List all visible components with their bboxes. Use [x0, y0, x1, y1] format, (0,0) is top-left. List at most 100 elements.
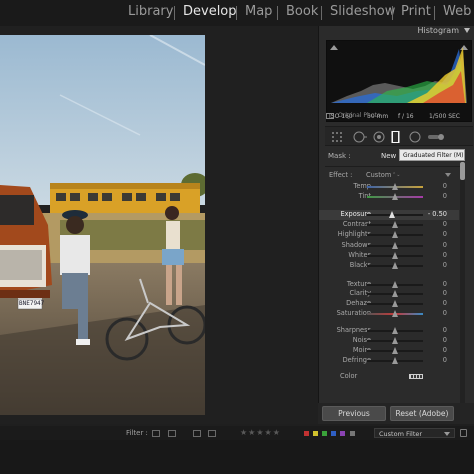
slider-thumb[interactable]: [392, 252, 398, 259]
slider-value[interactable]: 0: [443, 326, 447, 334]
slider-row-defringe[interactable]: Defringe 0: [319, 356, 459, 366]
adjustment-brush-icon[interactable]: [427, 131, 445, 143]
effect-preset-row[interactable]: Effect : Custom ⌃⌄: [319, 171, 459, 181]
slider-value[interactable]: 0: [443, 336, 447, 344]
module-separator: [434, 6, 435, 20]
slider-thumb[interactable]: [392, 262, 398, 269]
module-separator: [174, 6, 175, 20]
slider-value[interactable]: 0: [443, 299, 447, 307]
slider-row-sharpness[interactable]: Sharpness 0: [319, 326, 459, 336]
red-label-filter[interactable]: [304, 431, 309, 436]
slider-thumb[interactable]: [392, 310, 398, 317]
graduated-filter-icon[interactable]: [391, 131, 401, 143]
histogram-title: Histogram: [417, 26, 460, 35]
panel-scrollbar[interactable]: [460, 162, 465, 417]
blue-label-filter[interactable]: [331, 431, 336, 436]
slider-value[interactable]: 0: [443, 251, 447, 259]
slider-label: Sharpness: [336, 326, 371, 334]
slider-row-blacks[interactable]: Blacks 0: [319, 261, 459, 271]
photo-preview[interactable]: BNE7947: [0, 35, 205, 415]
effect-stepper-icon[interactable]: ⌃⌄: [392, 172, 400, 178]
crop-overlay-icon[interactable]: [331, 131, 343, 143]
slider-thumb[interactable]: [392, 327, 398, 334]
collapse-triangle-icon[interactable]: [464, 28, 470, 33]
slider-value[interactable]: 0: [443, 309, 447, 317]
module-print[interactable]: Print: [401, 4, 431, 19]
slider-thumb[interactable]: [392, 221, 398, 228]
slider-value[interactable]: 0: [443, 192, 447, 200]
slider-row-saturation[interactable]: Saturation 0: [319, 309, 459, 319]
custom-filter-select[interactable]: Custom Filter: [374, 428, 455, 438]
slider-row-whites[interactable]: Whites 0: [319, 251, 459, 261]
spot-removal-icon[interactable]: [351, 131, 367, 143]
slider-row-highlights[interactable]: Highlights 0: [319, 230, 459, 240]
module-separator: [392, 6, 393, 20]
slider-thumb[interactable]: [392, 347, 398, 354]
slider-thumb[interactable]: [392, 290, 398, 297]
unedited-filter-icon[interactable]: [208, 430, 216, 437]
slider-thumb[interactable]: [392, 183, 398, 190]
slider-value[interactable]: 0: [443, 182, 447, 190]
previous-button[interactable]: Previous: [322, 406, 386, 421]
edited-filter-icon[interactable]: [193, 430, 201, 437]
reset-button[interactable]: Reset (Adobe): [390, 406, 454, 421]
module-map[interactable]: Map: [245, 4, 272, 19]
slider-thumb[interactable]: [392, 281, 398, 288]
slider-thumb[interactable]: [389, 211, 396, 218]
module-slideshow[interactable]: Slideshow: [330, 4, 395, 19]
slider-row-temp[interactable]: Temp 0: [319, 182, 459, 192]
green-label-filter[interactable]: [322, 431, 327, 436]
slider-value[interactable]: 0: [443, 230, 447, 238]
slider-row-noise[interactable]: Noise 0: [319, 336, 459, 346]
slider-thumb[interactable]: [392, 300, 398, 307]
slider-value[interactable]: 0: [443, 241, 447, 249]
slider-thumb[interactable]: [392, 231, 398, 238]
license-plate-text: BNE7947: [19, 300, 45, 307]
star-rating-filter[interactable]: ★★★★★: [240, 428, 281, 437]
slider-value[interactable]: 0: [443, 261, 447, 269]
original-photo-label: Original Photo: [338, 112, 381, 119]
slider-value[interactable]: 0: [443, 289, 447, 297]
color-swatch[interactable]: [409, 374, 423, 379]
slider-value[interactable]: 0: [443, 220, 447, 228]
slider-row-exposure[interactable]: Exposure - 0.50: [319, 210, 459, 220]
slider-value[interactable]: 0: [443, 356, 447, 364]
scrollbar-thumb[interactable]: [460, 162, 465, 180]
lock-icon[interactable]: [460, 429, 467, 437]
module-web[interactable]: Web: [443, 4, 471, 19]
slider-label: Saturation: [336, 309, 371, 317]
mask-new-button[interactable]: New: [381, 152, 396, 160]
histogram-panel[interactable]: ISO 160 50 mm f / 16 1/500 SEC: [326, 40, 472, 122]
original-photo-row[interactable]: Original Photo: [326, 112, 472, 122]
slider-row-moire[interactable]: Moire 0: [319, 346, 459, 356]
mask-label: Mask :: [328, 152, 351, 160]
module-library[interactable]: Library: [128, 4, 173, 19]
slider-row-contrast[interactable]: Contrast 0: [319, 220, 459, 230]
effect-preset-select[interactable]: Custom: [366, 171, 391, 179]
color-row[interactable]: Color: [319, 372, 459, 382]
radial-filter-icon[interactable]: [409, 131, 421, 143]
module-book[interactable]: Book: [286, 4, 318, 19]
slider-row-dehaze[interactable]: Dehaze 0: [319, 299, 459, 309]
slider-thumb[interactable]: [392, 357, 398, 364]
slider-value[interactable]: - 0.50: [428, 210, 447, 218]
yellow-label-filter[interactable]: [313, 431, 318, 436]
slider-thumb[interactable]: [392, 337, 398, 344]
slider-thumb[interactable]: [392, 242, 398, 249]
histogram-header[interactable]: Histogram: [319, 26, 474, 38]
no-label-filter[interactable]: [350, 431, 355, 436]
purple-label-filter[interactable]: [340, 431, 345, 436]
slider-value[interactable]: 0: [443, 346, 447, 354]
slider-thumb[interactable]: [392, 193, 398, 200]
module-develop[interactable]: Develop: [183, 4, 237, 19]
slider-value[interactable]: 0: [443, 280, 447, 288]
red-eye-icon[interactable]: [373, 131, 385, 143]
unflagged-filter-icon[interactable]: [168, 430, 176, 437]
flag-filter-icon[interactable]: [152, 430, 160, 437]
slider-row-tint[interactable]: Tint 0: [319, 192, 459, 202]
tool-strip: [325, 126, 473, 146]
effect-dropdown-icon[interactable]: [445, 173, 451, 177]
filter-label: Filter :: [126, 429, 148, 437]
slider-row-shadows[interactable]: Shadows 0: [319, 241, 459, 251]
slider-row-clarity[interactable]: Clarity 0: [319, 289, 459, 299]
